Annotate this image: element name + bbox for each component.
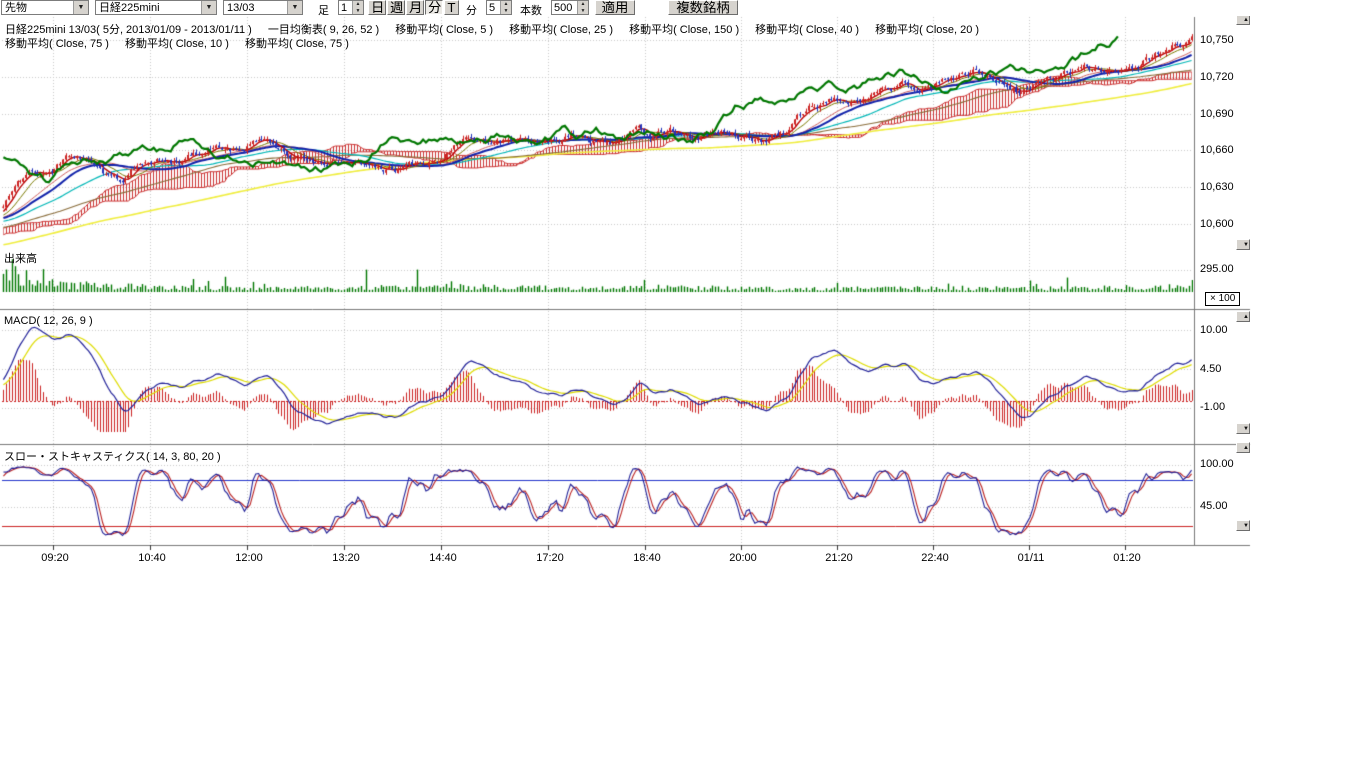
period-minute-button[interactable]: 分: [425, 0, 443, 15]
minute-count-spinner[interactable]: 5 ▲▼: [486, 0, 512, 15]
legend-ma20: 移動平均( Close, 20 ): [875, 21, 979, 37]
minute-unit-label: 分: [466, 2, 477, 18]
price-axis-label: 10,750: [1200, 34, 1234, 46]
legend-ma5: 移動平均( Close, 5 ): [395, 21, 493, 37]
minute-count-value: 5: [487, 1, 500, 14]
spinner-arrows-icon[interactable]: ▲▼: [577, 1, 588, 14]
price-axis-label: 10,630: [1200, 181, 1234, 193]
bar-count-label: 本数: [520, 2, 542, 18]
bar-type-label: 足: [318, 2, 329, 18]
macd-pane-scroll-down-button[interactable]: ▼: [1236, 423, 1250, 434]
time-axis-label: 20:00: [721, 552, 765, 564]
dropdown-arrow-icon[interactable]: ▼: [287, 1, 302, 14]
time-axis-label: 13:20: [324, 552, 368, 564]
volume-axis-label: 295.00: [1200, 263, 1234, 275]
legend-ma75: 移動平均( Close, 75 ): [5, 35, 109, 51]
chart-canvas[interactable]: [0, 0, 1366, 768]
time-axis-label: 01/11: [1009, 552, 1053, 564]
time-axis-label: 21:20: [817, 552, 861, 564]
dropdown-arrow-icon[interactable]: ▼: [201, 1, 216, 14]
legend-ma10: 移動平均( Close, 10 ): [125, 35, 229, 51]
price-axis-label: 10,720: [1200, 71, 1234, 83]
time-axis-label: 10:40: [130, 552, 174, 564]
symbol-select[interactable]: 日経225mini ▼: [95, 0, 217, 15]
time-axis-label: 01:20: [1105, 552, 1149, 564]
spinner-arrows-icon[interactable]: ▲▼: [352, 1, 363, 14]
volume-multiplier-badge: × 100: [1205, 292, 1240, 306]
chart-application-window: { "toolbar": { "market_value": "先物", "sy…: [0, 0, 1366, 768]
legend-ma25: 移動平均( Close, 25 ): [509, 21, 613, 37]
symbol-select-value: 日経225mini: [96, 1, 201, 14]
bar-count-spinner[interactable]: 500 ▲▼: [551, 0, 589, 15]
price-axis-label: 10,660: [1200, 144, 1234, 156]
interval-value: 1: [339, 1, 352, 14]
legend-ma40: 移動平均( Close, 40 ): [755, 21, 859, 37]
legend-line-2: 移動平均( Close, 75 ) 移動平均( Close, 10 ) 移動平均…: [5, 35, 362, 51]
volume-panel-label: 出来高: [4, 250, 37, 266]
market-select-value: 先物: [2, 1, 73, 14]
macd-axis-label: 10.00: [1200, 324, 1228, 336]
macd-pane-scroll-up-button[interactable]: ▲: [1236, 311, 1250, 322]
time-axis-label: 17:20: [528, 552, 572, 564]
stoch-pane-scroll-up-button[interactable]: ▲: [1236, 442, 1250, 453]
interval-spinner[interactable]: 1 ▲▼: [338, 0, 364, 15]
macd-panel-label: MACD( 12, 26, 9 ): [4, 315, 93, 327]
legend-ma150: 移動平均( Close, 150 ): [629, 21, 739, 37]
market-select[interactable]: 先物 ▼: [1, 0, 89, 15]
time-axis-label: 12:00: [227, 552, 271, 564]
period-month-button[interactable]: 月: [406, 0, 424, 15]
apply-button[interactable]: 適用: [595, 0, 635, 15]
contract-month-value: 13/03: [224, 1, 287, 14]
stochastics-panel-label: スロー・ストキャスティクス( 14, 3, 80, 20 ): [4, 448, 221, 464]
period-tick-button[interactable]: T: [444, 0, 459, 15]
bar-count-value: 500: [552, 1, 577, 14]
macd-axis-label: 4.50: [1200, 363, 1221, 375]
time-axis-label: 18:40: [625, 552, 669, 564]
stoch-pane-scroll-down-button[interactable]: ▼: [1236, 520, 1250, 531]
time-axis-label: 22:40: [913, 552, 957, 564]
stoch-axis-label: 45.00: [1200, 500, 1228, 512]
period-day-button[interactable]: 日: [368, 0, 386, 15]
time-axis-label: 09:20: [33, 552, 77, 564]
spinner-arrows-icon[interactable]: ▲▼: [500, 1, 511, 14]
price-pane-scroll-down-button[interactable]: ▼: [1236, 239, 1250, 250]
multi-symbol-button[interactable]: 複数銘柄: [668, 0, 738, 15]
legend-ma75b: 移動平均( Close, 75 ): [245, 35, 349, 51]
main-toolbar: 先物 ▼ 日経225mini ▼ 13/03 ▼ 足 1 ▲▼ 日 週 月 分 …: [0, 0, 1366, 16]
period-week-button[interactable]: 週: [387, 0, 405, 15]
dropdown-arrow-icon[interactable]: ▼: [73, 1, 88, 14]
time-axis-label: 14:40: [421, 552, 465, 564]
stoch-axis-label: 100.00: [1200, 458, 1234, 470]
price-axis-label: 10,690: [1200, 108, 1234, 120]
macd-axis-label: -1.00: [1200, 401, 1225, 413]
contract-month-select[interactable]: 13/03 ▼: [223, 0, 303, 15]
price-axis-label: 10,600: [1200, 218, 1234, 230]
